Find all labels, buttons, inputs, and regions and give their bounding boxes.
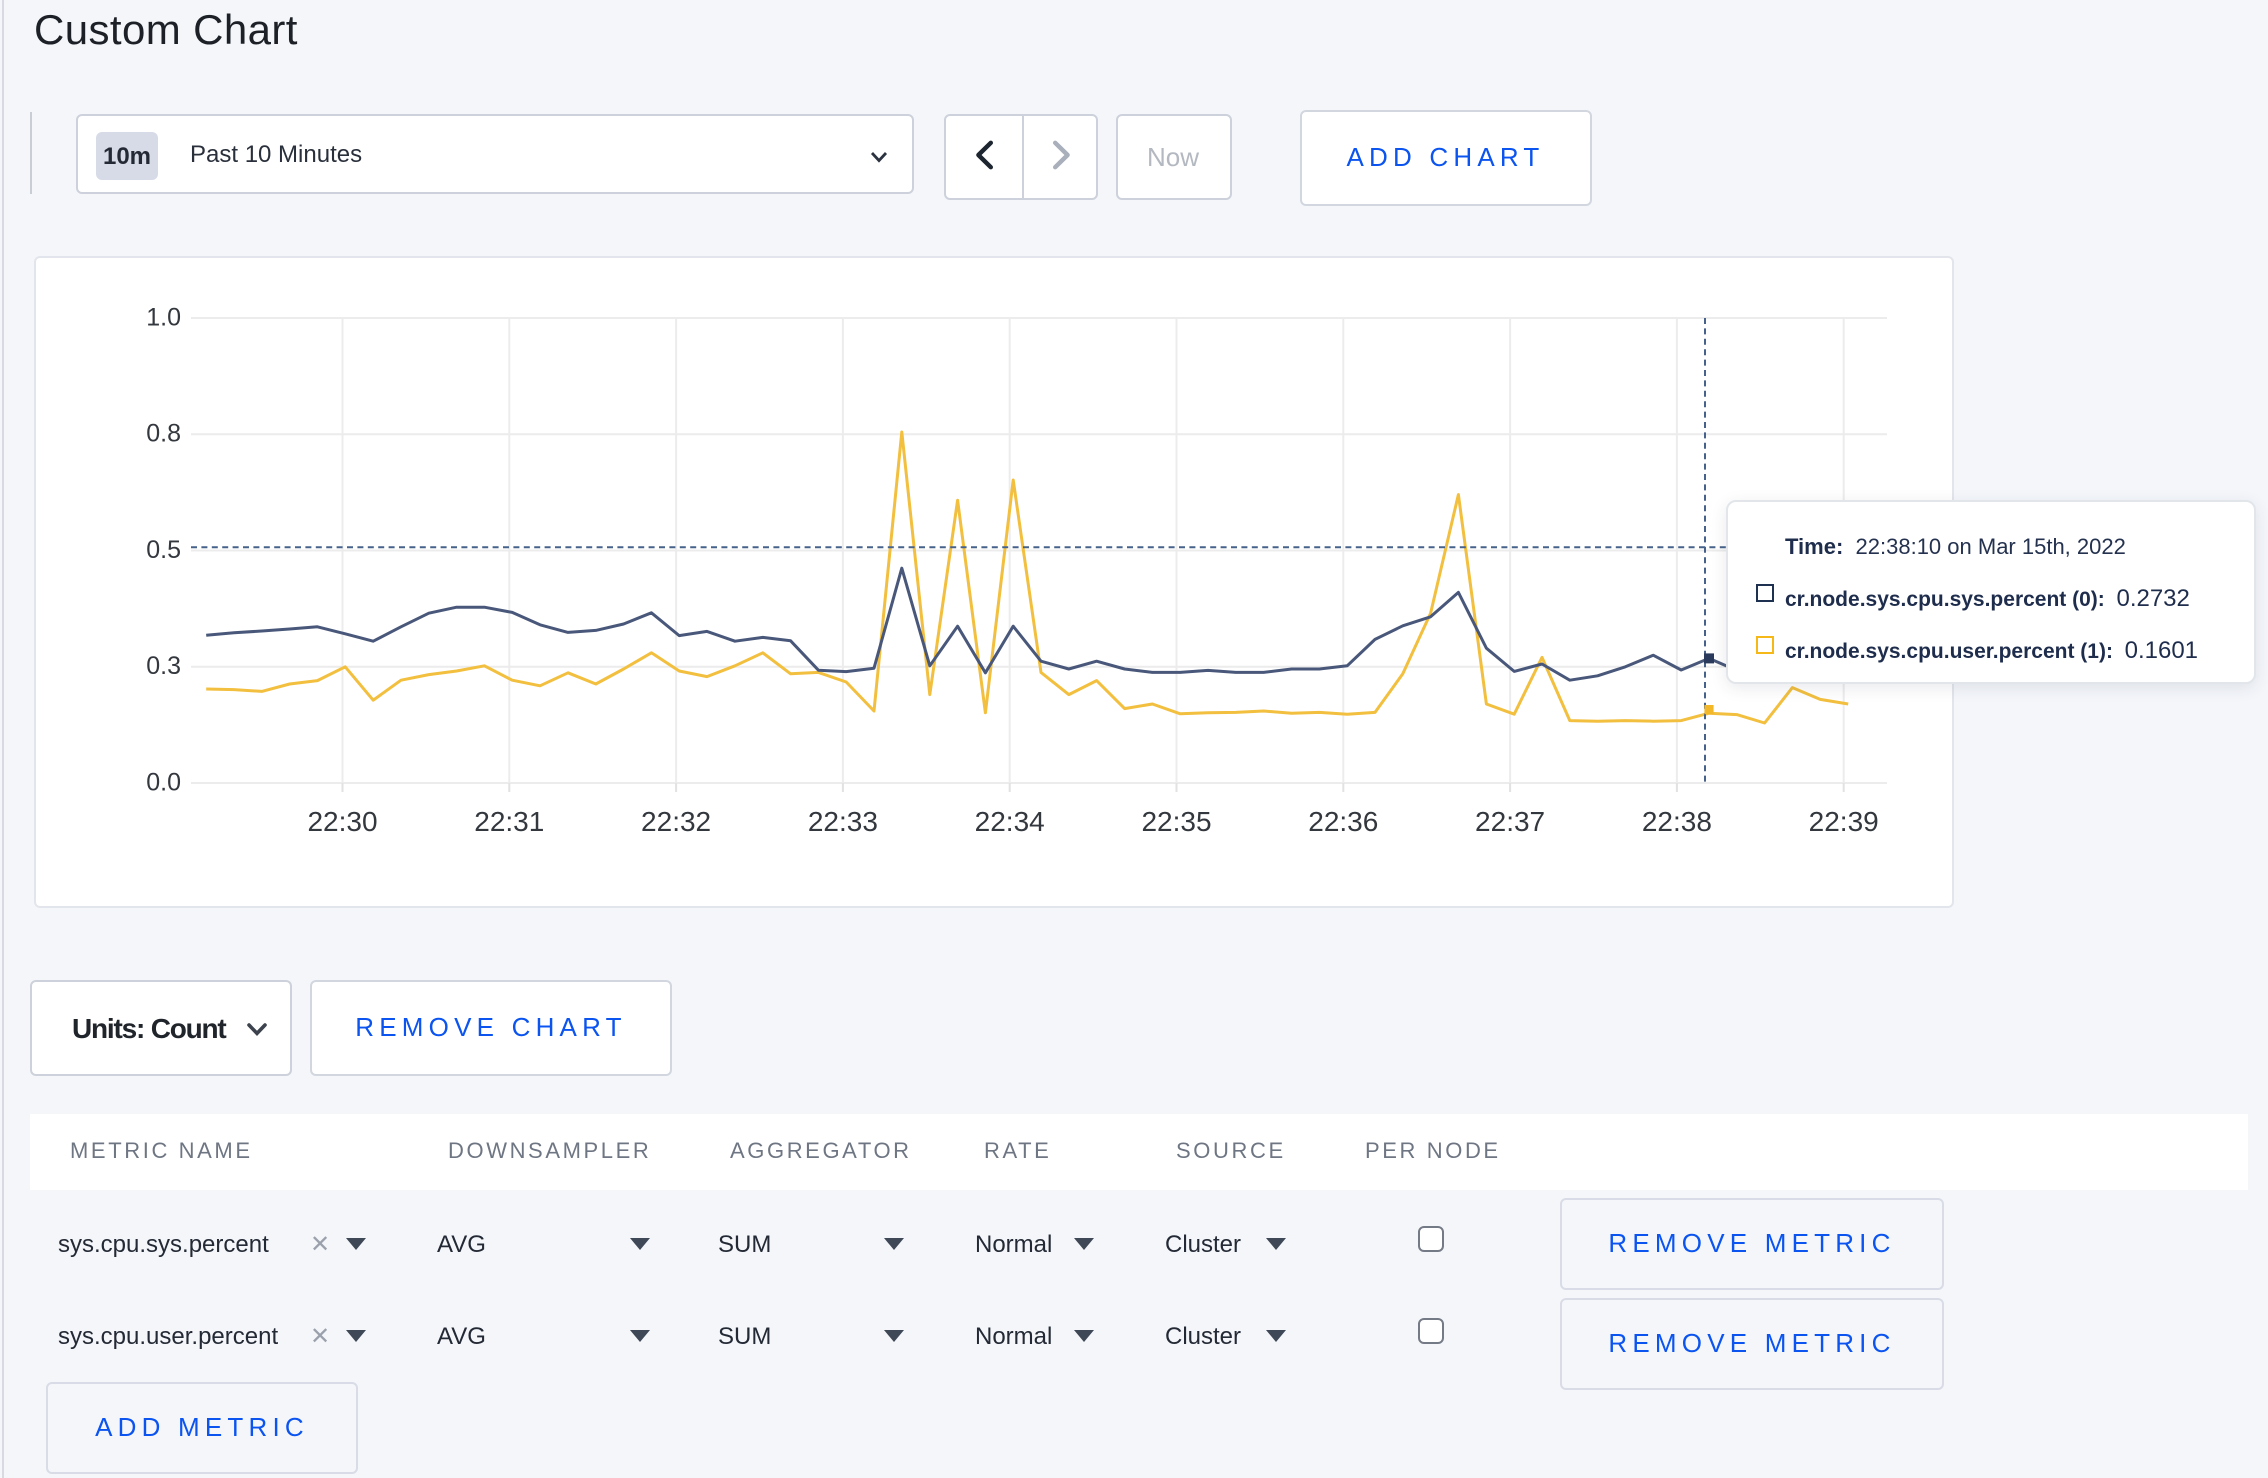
svg-text:22:35: 22:35	[1140, 805, 1210, 836]
svg-text:1.0: 1.0	[145, 302, 180, 330]
svg-text:22:39: 22:39	[1808, 805, 1878, 836]
svg-text:22:36: 22:36	[1307, 805, 1377, 836]
svg-text:22:34: 22:34	[974, 805, 1044, 836]
svg-text:0.5: 0.5	[145, 535, 180, 563]
svg-text:22:32: 22:32	[640, 805, 710, 836]
svg-text:22:33: 22:33	[807, 805, 877, 836]
svg-text:0.8: 0.8	[145, 419, 180, 447]
svg-text:22:37: 22:37	[1474, 805, 1544, 836]
svg-text:22:31: 22:31	[473, 805, 543, 836]
svg-text:0.3: 0.3	[145, 651, 180, 679]
svg-text:0.0: 0.0	[145, 767, 180, 795]
svg-text:22:30: 22:30	[306, 805, 376, 836]
svg-text:22:38: 22:38	[1641, 805, 1711, 836]
